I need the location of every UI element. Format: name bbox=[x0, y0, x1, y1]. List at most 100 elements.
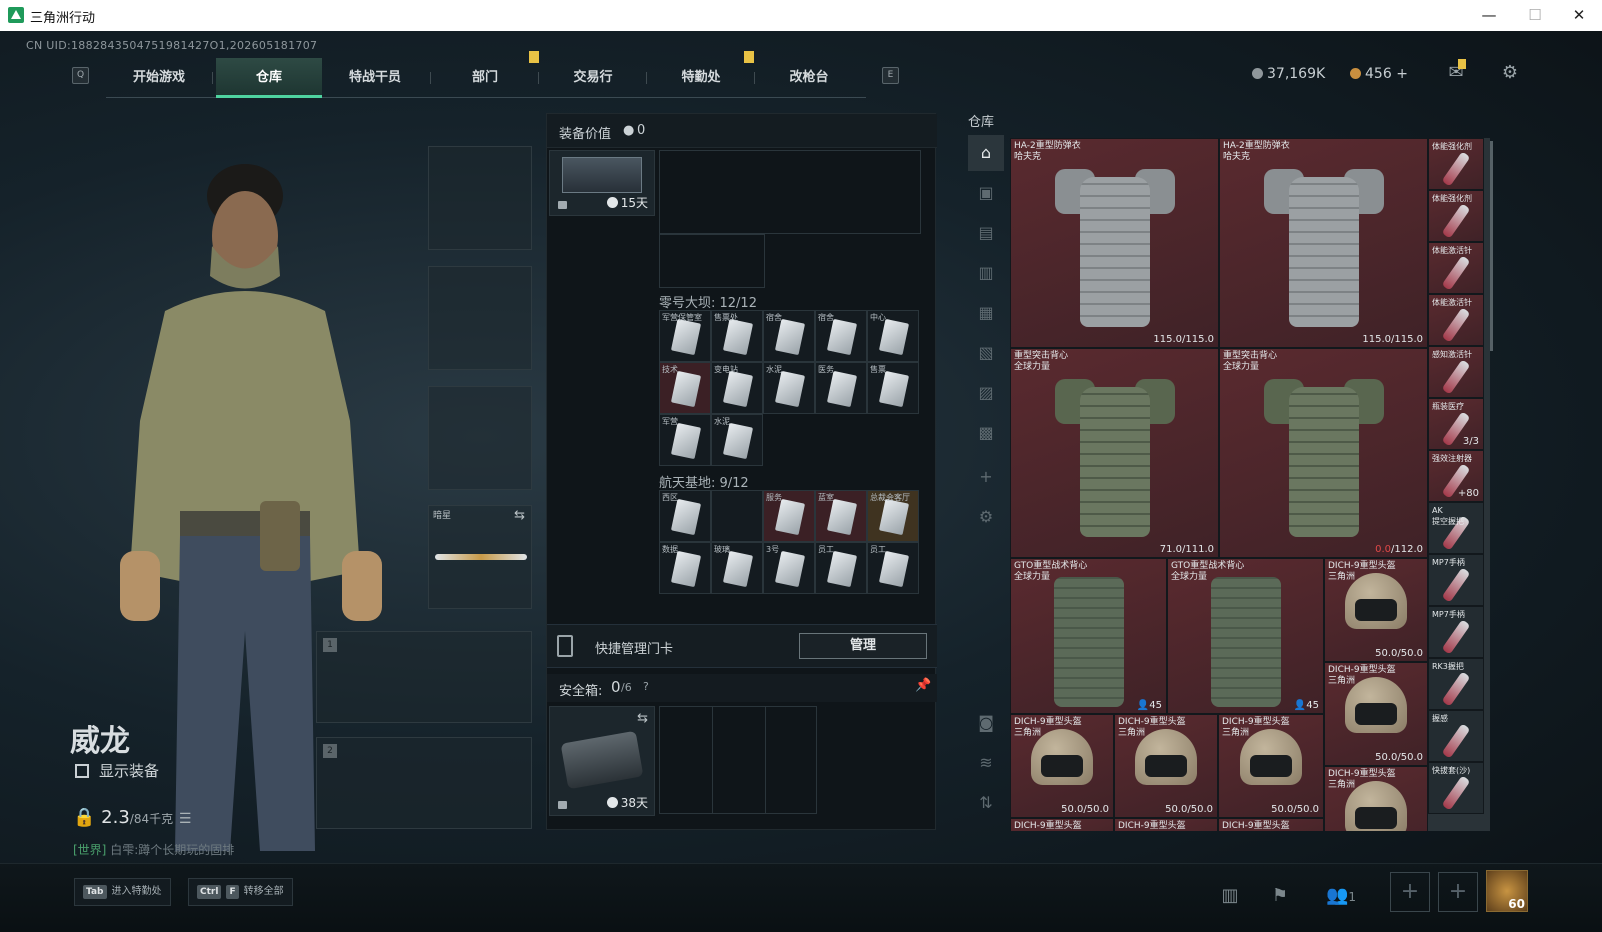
storage-scrollbar[interactable] bbox=[1490, 141, 1493, 351]
storage-item-gto-rig[interactable]: GTO重型战术背心 全球力量 👤45 bbox=[1167, 558, 1324, 714]
add-storage-icon[interactable]: + bbox=[968, 459, 1004, 495]
keycard-item[interactable]: 3号 bbox=[763, 542, 815, 594]
helmet-slot[interactable] bbox=[428, 146, 532, 250]
settings-gear-icon[interactable]: ⚙ bbox=[1498, 62, 1522, 84]
keycard-item[interactable]: 军营 bbox=[659, 414, 711, 466]
storage-tab-3-icon[interactable]: ▤ bbox=[968, 215, 1004, 251]
keycard-item[interactable]: 员工 bbox=[867, 542, 919, 594]
storage-item-dich-helmet[interactable]: DICH-9重型头盔 三角洲 bbox=[1324, 766, 1428, 831]
keycard-item[interactable]: 数据 bbox=[659, 542, 711, 594]
chat-message[interactable]: [世界] 白雫:蹲个长期玩的固排 bbox=[73, 841, 234, 858]
storage-tab-8-icon[interactable]: ▩ bbox=[968, 415, 1004, 451]
tab-trading[interactable]: 交易行 bbox=[540, 58, 646, 98]
layers-icon[interactable]: ≋ bbox=[968, 745, 1004, 781]
keycard-item[interactable]: 宿舍 bbox=[815, 310, 867, 362]
storage-item-small[interactable]: 快拔套(沙) bbox=[1428, 762, 1484, 814]
pin-icon[interactable]: 📌 bbox=[915, 678, 931, 693]
flag-icon[interactable]: ⚑ bbox=[1262, 878, 1298, 914]
keycard-item[interactable]: 总裁会客厅 bbox=[867, 490, 919, 542]
storage-item-small[interactable]: 体能激活针 bbox=[1428, 294, 1484, 346]
safe-box-grid[interactable] bbox=[659, 706, 817, 814]
keycard-item[interactable]: 售票 bbox=[867, 362, 919, 414]
keycard-item[interactable]: 西区 bbox=[659, 490, 711, 542]
armor-slot[interactable] bbox=[428, 266, 532, 370]
player-avatar[interactable]: 60 bbox=[1486, 870, 1528, 912]
keycard-item[interactable]: 变电站 bbox=[711, 362, 763, 414]
storage-tab-5-icon[interactable]: ▦ bbox=[968, 295, 1004, 331]
keycard-item[interactable]: 技术 bbox=[659, 362, 711, 414]
storage-item-dich-helmet[interactable]: DICH-9重型头盔 三角洲 50.0/50.0 bbox=[1324, 558, 1428, 662]
storage-item-small[interactable]: AK 提空握把 bbox=[1428, 502, 1484, 554]
safe-box-item[interactable]: ⇆ 38天 bbox=[549, 706, 655, 816]
close-button[interactable]: ✕ bbox=[1556, 0, 1602, 31]
storage-item-small[interactable]: 体能强化剂 bbox=[1428, 138, 1484, 190]
storage-item-small[interactable]: 握感 bbox=[1428, 710, 1484, 762]
add-gold-button[interactable]: + bbox=[1396, 66, 1408, 82]
storage-item-dich-helmet[interactable]: DICH-9重型头盔 三角洲 50.0/50.0 bbox=[1010, 714, 1114, 818]
enter-special-ops-hint[interactable]: Tab 进入特勤处 bbox=[74, 878, 171, 906]
tab-special-ops[interactable]: 特勤处 bbox=[648, 58, 754, 98]
primary-weapon-slot-1[interactable]: 1 bbox=[316, 631, 532, 723]
storage-item-small[interactable]: MP7手柄 bbox=[1428, 554, 1484, 606]
keycard-item[interactable]: 蓝室 bbox=[815, 490, 867, 542]
keycard-item[interactable]: 中心 bbox=[867, 310, 919, 362]
storage-item-dich-helmet[interactable]: DICH-9重型头盔 三角洲 50.0/50.0 bbox=[1324, 662, 1428, 766]
nav-right-key[interactable]: E bbox=[882, 67, 899, 84]
tab-start-game[interactable]: 开始游戏 bbox=[106, 58, 212, 98]
minimize-button[interactable]: — bbox=[1466, 0, 1512, 31]
help-icon[interactable]: ? bbox=[643, 680, 649, 693]
storage-tab-all-icon[interactable]: ⌂ bbox=[968, 135, 1004, 171]
gold-currency[interactable]: 456 + bbox=[1350, 66, 1408, 82]
tab-operators[interactable]: 特战干员 bbox=[322, 58, 428, 98]
add-teammate-button[interactable]: + bbox=[1390, 872, 1430, 912]
keycard-item[interactable]: 医务 bbox=[815, 362, 867, 414]
tab-warehouse[interactable]: 仓库 bbox=[216, 58, 322, 98]
keycard-item[interactable]: 水泥 bbox=[763, 362, 815, 414]
storage-settings-icon[interactable]: ⚙ bbox=[968, 499, 1004, 535]
primary-weapon-slot-2[interactable]: 2 bbox=[316, 737, 532, 829]
storage-item-gto-rig[interactable]: GTO重型战术背心 全球力量 👤45 bbox=[1010, 558, 1167, 714]
card-case-item[interactable]: 15天 bbox=[549, 150, 655, 216]
storage-tab-6-icon[interactable]: ▧ bbox=[968, 335, 1004, 371]
checkbox-icon[interactable] bbox=[75, 764, 89, 778]
storage-item-small[interactable]: 瓶装医疗 3/3 bbox=[1428, 398, 1484, 450]
keycard-item[interactable]: 军营保管室 bbox=[659, 310, 711, 362]
sort-icon[interactable]: ⇅ bbox=[968, 785, 1004, 821]
keycard-item[interactable]: 售票处 bbox=[711, 310, 763, 362]
keycard-item[interactable]: 服务 bbox=[763, 490, 815, 542]
storage-item-ha2-armor[interactable]: HA-2重型防弹衣 哈夫克 115.0/115.0 bbox=[1010, 138, 1219, 348]
storage-item-small[interactable]: 体能激活针 bbox=[1428, 242, 1484, 294]
storage-item-dich-helmet[interactable]: DICH-9重型头盔 三角洲 50.0/50.0 bbox=[1114, 714, 1218, 818]
storage-item-small[interactable]: 强效注射器 +80 bbox=[1428, 450, 1484, 502]
pistol-slot[interactable] bbox=[428, 386, 532, 490]
storage-item-small[interactable]: RK3握把 bbox=[1428, 658, 1484, 710]
storage-item-dich-helmet[interactable]: DICH-9重型头盔 三角洲 bbox=[1010, 818, 1114, 831]
keycard-item[interactable]: 宿舍 bbox=[763, 310, 815, 362]
melee-slot[interactable]: 暗星 ⇆ bbox=[428, 505, 532, 609]
nav-left-key[interactable]: Q bbox=[72, 67, 89, 84]
show-equipment-toggle[interactable]: 显示装备 bbox=[75, 760, 159, 781]
storage-item-small[interactable]: MP7手柄 bbox=[1428, 606, 1484, 658]
storage-item-assault-vest[interactable]: 重型突击背心 全球力量 71.0/111.0 bbox=[1010, 348, 1219, 558]
add-teammate-button[interactable]: + bbox=[1438, 872, 1478, 912]
storage-tab-7-icon[interactable]: ▨ bbox=[968, 375, 1004, 411]
keycard-item[interactable]: 玻璃 bbox=[711, 542, 763, 594]
storage-item-dich-helmet[interactable]: DICH-9重型头盔 三角洲 bbox=[1218, 818, 1324, 831]
list-icon[interactable]: ☰ bbox=[179, 811, 192, 827]
keycard-item[interactable]: 员工 bbox=[815, 542, 867, 594]
storage-item-dich-helmet[interactable]: DICH-9重型头盔 三角洲 50.0/50.0 bbox=[1218, 714, 1324, 818]
storage-item-assault-vest[interactable]: 重型突击背心 全球力量 0.0/112.0 bbox=[1219, 348, 1428, 558]
storage-item-dich-helmet[interactable]: DICH-9重型头盔 三角洲 bbox=[1114, 818, 1218, 831]
storage-item-small[interactable]: 感知激活针 bbox=[1428, 346, 1484, 398]
swap-icon[interactable]: ⇆ bbox=[514, 508, 525, 523]
keycard-item[interactable] bbox=[711, 490, 763, 542]
storage-tab-2-icon[interactable]: ▣ bbox=[968, 175, 1004, 211]
maximize-button[interactable]: ☐ bbox=[1512, 0, 1558, 31]
storage-profile-icon[interactable]: ◙ bbox=[968, 705, 1004, 741]
transfer-all-hint[interactable]: Ctrl F 转移全部 bbox=[188, 878, 293, 906]
swap-icon[interactable]: ⇆ bbox=[637, 711, 648, 726]
storage-item-ha2-armor[interactable]: HA-2重型防弹衣 哈夫克 115.0/115.0 bbox=[1219, 138, 1428, 348]
tab-department[interactable]: 部门 bbox=[432, 58, 538, 98]
keycard-item[interactable]: 水泥 bbox=[711, 414, 763, 466]
manage-button[interactable]: 管理 bbox=[799, 633, 927, 659]
